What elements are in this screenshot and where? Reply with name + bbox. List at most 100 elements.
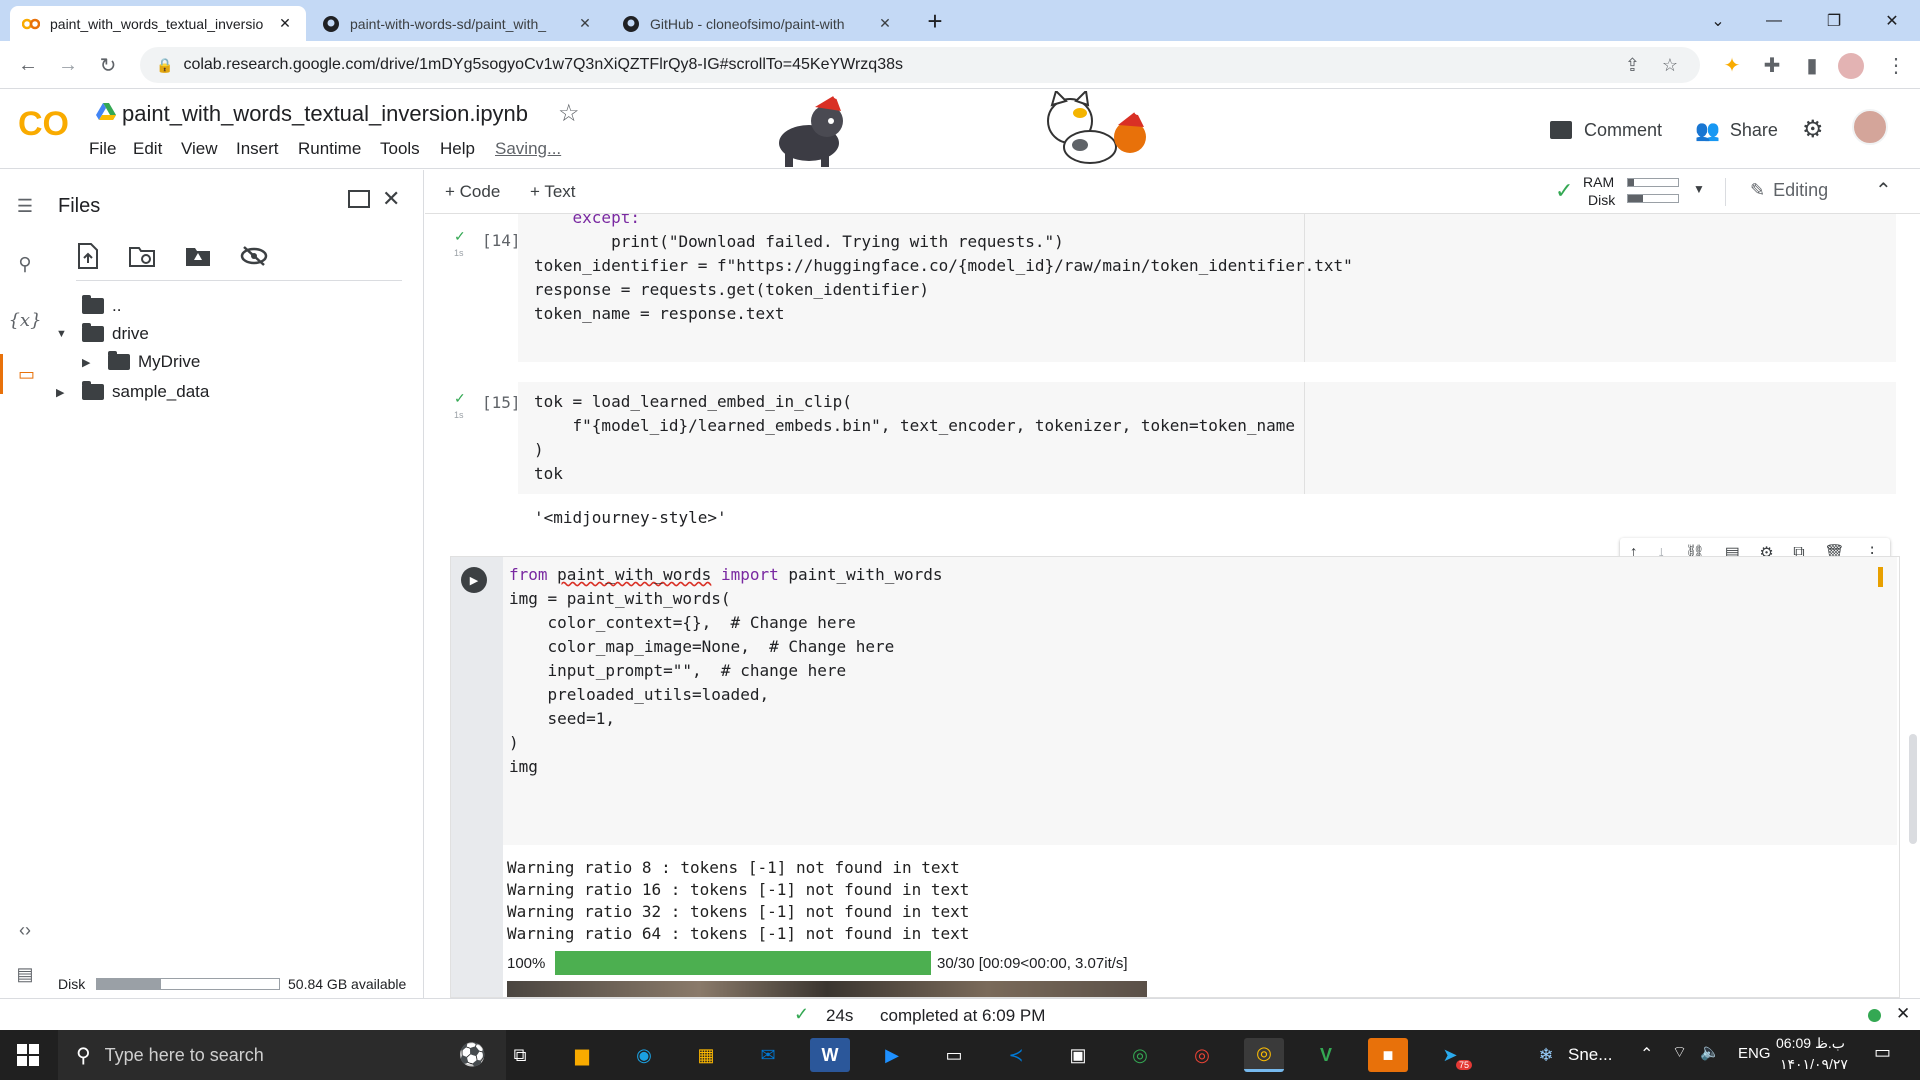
chrome-active-icon[interactable]: ◎ <box>1244 1038 1284 1072</box>
task-view-icon[interactable]: ⧉ <box>500 1038 540 1072</box>
refresh-folder-icon[interactable] <box>124 238 160 274</box>
terminal-icon[interactable]: ▭ <box>934 1038 974 1072</box>
clock-time[interactable]: 06:09 ب.ظ <box>1776 1035 1845 1052</box>
browser-tab-github-1[interactable]: paint-with-words-sd/paint_with_ ✕ <box>310 6 606 41</box>
hide-files-icon[interactable] <box>236 238 272 274</box>
variables-icon[interactable]: {x} <box>0 300 50 340</box>
table-of-contents-icon[interactable]: ☰ <box>0 186 50 226</box>
browser-tab-github-2[interactable]: GitHub - cloneofsimo/paint-with ✕ <box>610 6 906 41</box>
resources-dropdown-icon[interactable]: ▼ <box>1693 182 1705 196</box>
browser-tab-colab[interactable]: paint_with_words_textual_inversio ✕ <box>10 6 306 41</box>
close-tab-icon[interactable]: ✕ <box>576 15 594 32</box>
back-icon[interactable]: ← <box>12 49 44 81</box>
media-player-icon[interactable]: ▶ <box>872 1038 912 1072</box>
browser-menu-icon[interactable]: ⋮ <box>1880 49 1912 81</box>
menu-view[interactable]: View <box>181 139 218 159</box>
menu-edit[interactable]: Edit <box>133 139 162 159</box>
settings-gear-icon[interactable]: ⚙ <box>1802 115 1824 144</box>
share-page-icon[interactable]: ⇪ <box>1625 55 1640 76</box>
language-indicator[interactable]: ENG <box>1738 1045 1771 1062</box>
account-avatar[interactable] <box>1852 109 1888 145</box>
tree-item-parent[interactable]: .. <box>82 292 121 320</box>
mail-icon[interactable]: ✉ <box>748 1038 788 1072</box>
wifi-icon[interactable]: ⌔ <box>1672 1042 1687 1062</box>
taskbar-search-box[interactable]: ⚲ Type here to search ⚽ <box>58 1030 506 1080</box>
command-palette-icon[interactable]: ▤ <box>0 954 50 994</box>
search-icon[interactable]: ⚲ <box>0 244 50 284</box>
vscode-icon[interactable]: ≺ <box>996 1038 1036 1072</box>
vim-icon[interactable]: V <box>1306 1038 1346 1072</box>
maximize-icon[interactable]: ❐ <box>1806 0 1862 41</box>
star-icon[interactable]: ☆ <box>558 99 580 128</box>
window-close-icon[interactable]: ✕ <box>1864 0 1920 41</box>
upload-file-icon[interactable] <box>70 238 106 274</box>
disk-meter-fill <box>1628 195 1643 202</box>
close-tab-icon[interactable]: ✕ <box>276 15 294 32</box>
colab-logo[interactable]: CO <box>18 103 70 143</box>
url-input[interactable]: 🔒 colab.research.google.com/drive/1mDYg5… <box>140 47 1700 83</box>
tree-item-mydrive[interactable]: ▶ MyDrive <box>82 348 200 376</box>
tab-search-icon[interactable]: ⌄ <box>1690 0 1746 41</box>
menu-insert[interactable]: Insert <box>236 139 279 159</box>
menu-file[interactable]: File <box>89 139 116 159</box>
store-icon[interactable]: ▦ <box>686 1038 726 1072</box>
code-cell-15[interactable]: ✓ 1s [15] tok = load_learned_embed_in_cl… <box>450 382 1900 527</box>
tree-item-label: sample_data <box>112 382 210 401</box>
side-panel-icon[interactable]: ▮ <box>1796 49 1828 81</box>
clock-date[interactable]: ۱۴۰۱/۰۹/۲۷ <box>1780 1056 1848 1073</box>
tree-item-sample-data[interactable]: ▶ sample_data <box>56 378 209 406</box>
notebook-title[interactable]: paint_with_words_textual_inversion.ipynb <box>122 101 528 127</box>
open-in-tab-icon[interactable] <box>348 190 370 208</box>
editing-mode-button[interactable]: ✎ Editing <box>1750 180 1828 201</box>
folder-icon <box>82 323 104 342</box>
new-tab-button[interactable]: + <box>920 6 950 36</box>
code-snippets-icon[interactable]: ‹› <box>0 910 50 950</box>
menu-tools[interactable]: Tools <box>380 139 420 159</box>
bookmark-star-icon[interactable]: ☆ <box>1662 55 1678 76</box>
notebook-scrollbar[interactable] <box>1909 734 1917 844</box>
forward-icon[interactable]: → <box>52 49 84 81</box>
add-code-button[interactable]: + Code <box>445 182 500 202</box>
files-folder-icon[interactable]: ▭ <box>0 354 50 394</box>
word-icon[interactable]: W <box>810 1038 850 1072</box>
weather-text[interactable]: Sne... <box>1568 1045 1612 1065</box>
chrome-icon[interactable]: ◎ <box>1120 1038 1160 1072</box>
file-explorer-icon[interactable]: ▆ <box>562 1038 602 1072</box>
close-tab-icon[interactable]: ✕ <box>876 15 894 32</box>
comment-button[interactable]: Comment <box>1550 115 1662 145</box>
code-cell-paint[interactable]: ✓ 24s ▶ from paint_with_words import pai… <box>450 556 1900 998</box>
browser-tab-bar: paint_with_words_textual_inversio ✕ pain… <box>0 0 1920 41</box>
menu-help[interactable]: Help <box>440 139 475 159</box>
puzzle-extensions-icon[interactable]: ✚ <box>1756 49 1788 81</box>
code-line: ) <box>509 733 519 752</box>
chevron-down-icon: ▼ <box>56 328 67 340</box>
extension-icon[interactable]: ✦ <box>1716 49 1748 81</box>
close-status-icon[interactable]: ✕ <box>1896 1004 1910 1024</box>
share-button[interactable]: 👥 Share <box>1695 115 1778 145</box>
tray-chevron-icon[interactable]: ⌃ <box>1640 1044 1653 1064</box>
profile-avatar[interactable] <box>1838 53 1864 79</box>
console-icon[interactable]: ▣ <box>1058 1038 1098 1072</box>
collapse-header-icon[interactable]: ⌃ <box>1875 178 1892 203</box>
mount-drive-icon[interactable] <box>180 238 216 274</box>
video-call-icon[interactable]: ■ <box>1368 1038 1408 1072</box>
saving-status[interactable]: Saving... <box>495 139 561 159</box>
reload-icon[interactable]: ↻ <box>92 49 124 81</box>
notifications-icon[interactable]: ▭ <box>1874 1042 1891 1063</box>
menu-runtime[interactable]: Runtime <box>298 139 361 159</box>
run-cell-button[interactable]: ▶ <box>461 567 487 593</box>
minimize-icon[interactable]: — <box>1746 0 1802 41</box>
toolbar-divider <box>1725 178 1726 206</box>
cell-run-status-icon: ✓ <box>454 228 466 244</box>
volume-icon[interactable]: 🔈 <box>1700 1042 1720 1062</box>
drive-icon <box>96 103 116 121</box>
add-text-button[interactable]: + Text <box>530 182 576 202</box>
chrome-profile-icon[interactable]: ◎ <box>1182 1038 1222 1072</box>
cell-exec-time: 1s <box>454 410 464 420</box>
edge-icon[interactable]: ◉ <box>624 1038 664 1072</box>
code-cell-14[interactable]: ✓ 1s [14] except: print("Download failed… <box>450 214 1900 362</box>
tree-item-drive[interactable]: ▼ drive <box>56 320 149 348</box>
ram-meter-fill <box>1628 179 1634 186</box>
windows-start-icon[interactable] <box>8 1038 48 1072</box>
close-panel-icon[interactable]: ✕ <box>382 186 400 212</box>
